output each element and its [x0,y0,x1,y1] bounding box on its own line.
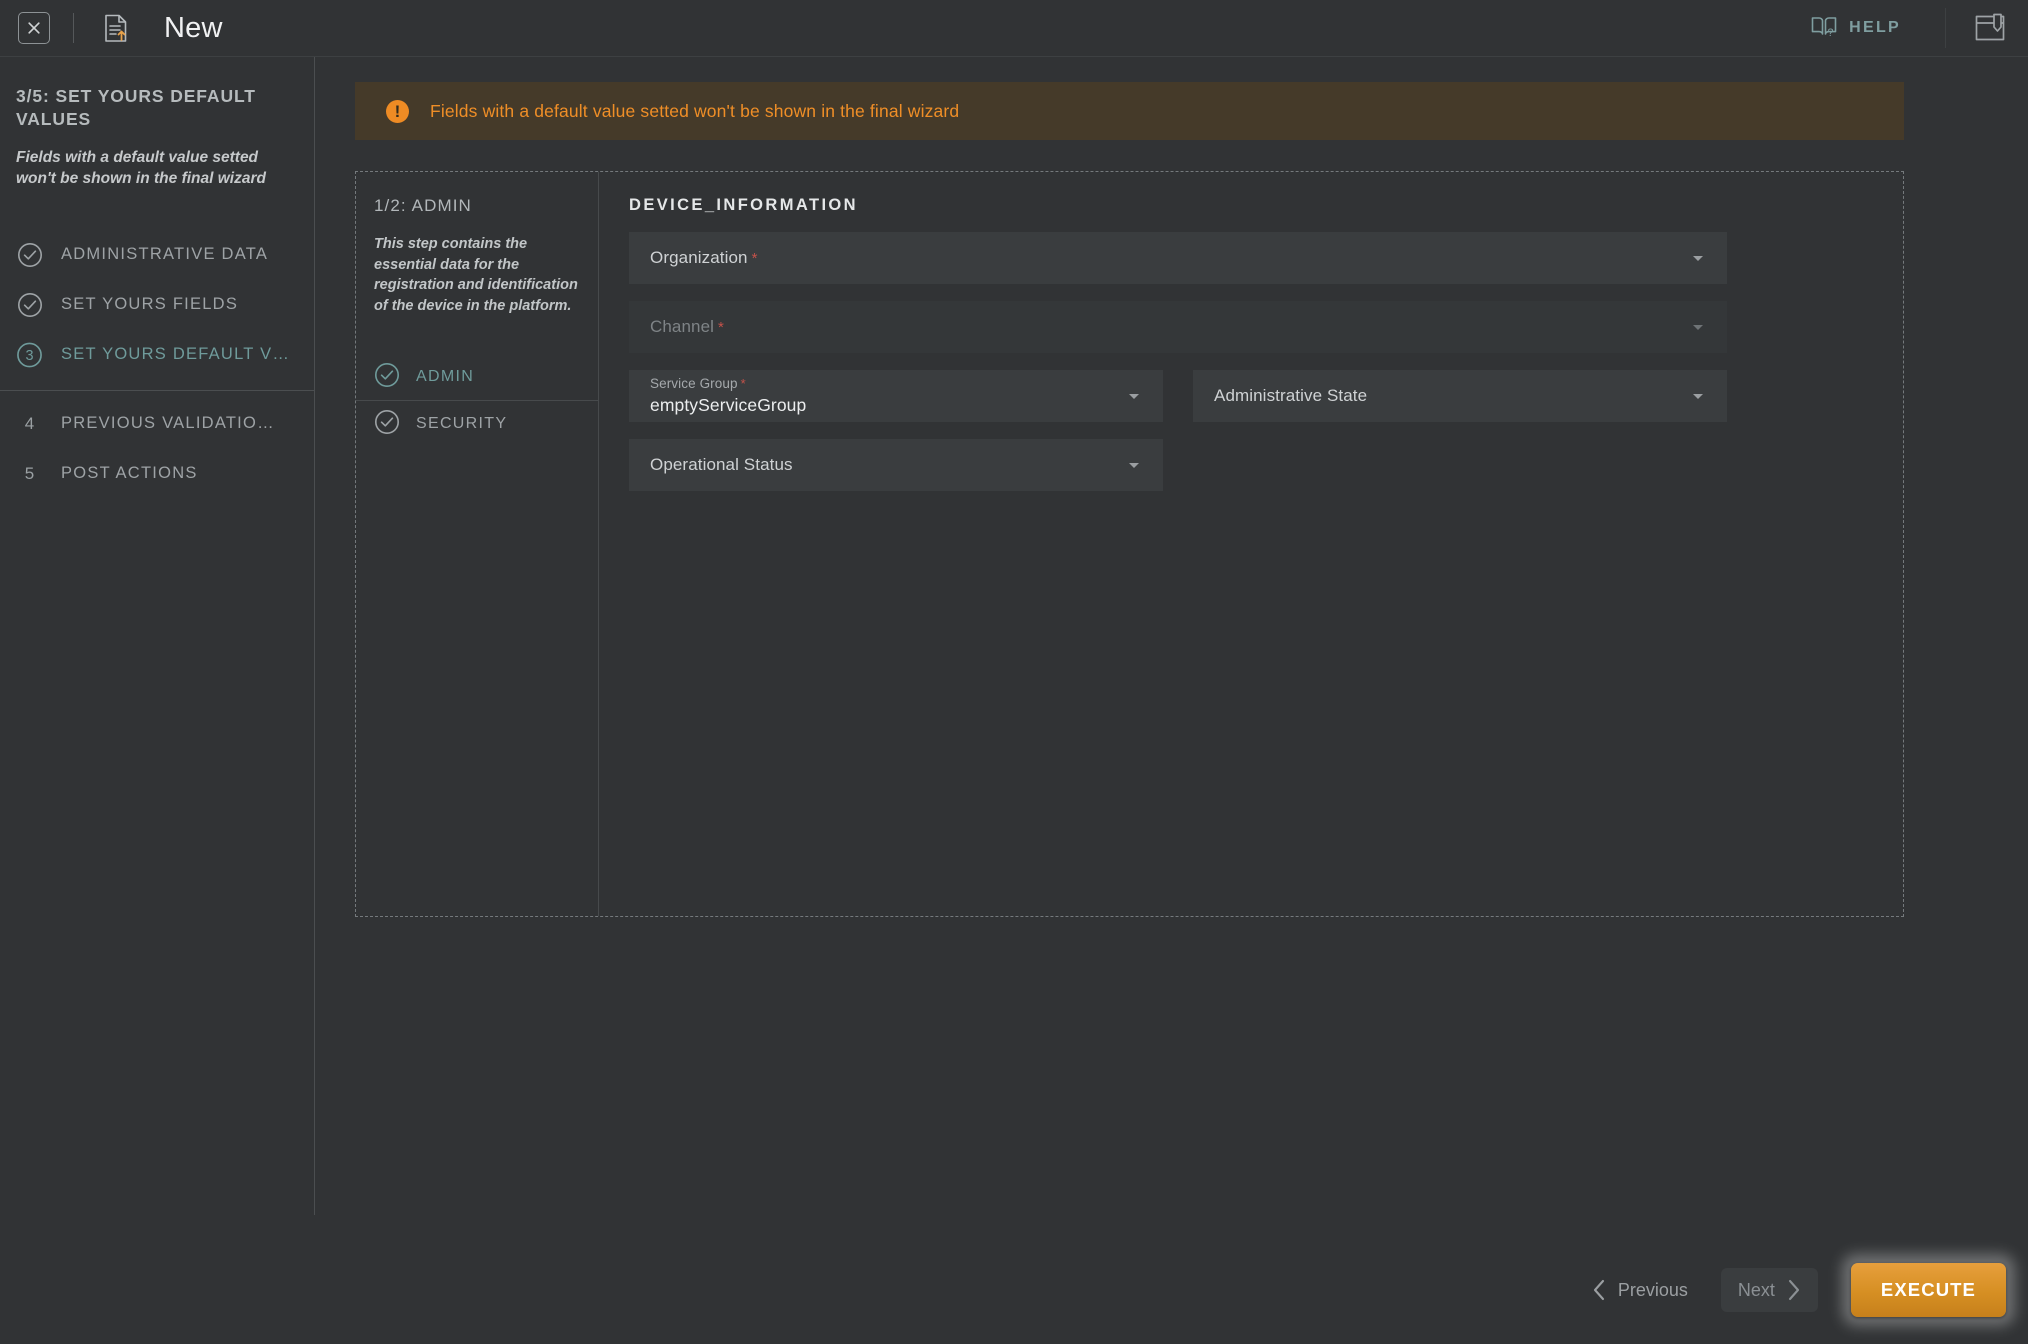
panel-substep-nav: 1/2: ADMIN This step contains the essent… [356,172,599,916]
svg-text:3: 3 [25,348,33,364]
save-import-glyph [1975,13,2005,41]
book-question-glyph: ? [1811,16,1837,39]
sidebar-item-label: PREVIOUS VALIDATIO… [61,414,275,433]
next-button[interactable]: Next [1720,1268,1818,1312]
top-toolbar: New ? HELP [0,0,2028,57]
check-circle-glyph [17,292,42,317]
sidebar-item-label: SET YOURS FIELDS [61,295,239,314]
sidebar-item-label: POST ACTIONS [61,464,198,483]
sidebar-item-previous-validations[interactable]: 4 PREVIOUS VALIDATIO… [0,399,314,449]
sidebar-step-description: Fields with a default value setted won't… [16,149,266,188]
substep-item-security[interactable]: SECURITY [356,401,598,447]
chevron-down-icon [1129,463,1139,468]
wizard-footer: Previous Next EXECUTE [1575,1262,2006,1318]
service-group-select[interactable]: Service Group * emptyServiceGroup [629,370,1163,422]
step-number-circle-icon: 3 [16,341,43,368]
step-number-circle-glyph: 3 [17,342,42,368]
chevron-left-icon [1593,1279,1604,1301]
svg-text:?: ? [1828,27,1834,37]
required-asterisk: * [740,375,746,391]
execute-button-wrapper: EXECUTE [1850,1263,2006,1317]
required-asterisk: * [718,319,724,336]
administrative-state-placeholder: Administrative State [1214,386,1368,405]
warning-banner: ! Fields with a default value setted won… [355,82,1904,140]
chevron-down-icon [1129,394,1139,399]
operational-status-placeholder: Operational Status [650,455,793,474]
form-row: Service Group * emptyServiceGroup Adminis… [629,370,1903,422]
sidebar-item-label: ADMINISTRATIVE DATA [61,245,269,264]
panel-form: DEVICE_INFORMATION Organization * Channel… [599,172,1903,916]
help-button[interactable]: ? HELP [1811,15,1901,42]
chevron-down-icon [1693,325,1703,330]
previous-button[interactable]: Previous [1575,1268,1705,1312]
operational-status-select[interactable]: Operational Status [629,439,1163,491]
book-question-icon: ? [1811,15,1837,42]
channel-placeholder: Channel * [650,317,724,336]
check-circle-icon [374,409,400,440]
check-circle-glyph [375,362,399,387]
form-row: Operational Status [629,439,1903,491]
page-title: New [164,11,223,44]
sidebar-step-title: 3/5: SET YOURS DEFAULT VALUES [16,86,256,130]
toolbar-divider [73,13,74,43]
next-label: Next [1737,1279,1775,1300]
required-asterisk: * [751,250,758,267]
sidebar-item-set-yours-default-values[interactable]: 3 SET YOURS DEFAULT V… [0,330,314,380]
warning-message: Fields with a default value setted won't… [430,100,960,121]
exclamation-circle-icon: ! [386,99,409,123]
organization-placeholder: Organization * [650,248,758,267]
channel-select[interactable]: Channel * [629,301,1727,353]
check-circle-icon [16,241,43,268]
service-group-label: Service Group * [650,375,746,391]
document-upload-icon[interactable] [100,12,132,44]
substep-item-label: ADMIN [416,368,475,386]
chevron-down-icon [1693,394,1703,399]
sidebar-item-set-yours-fields[interactable]: SET YOURS FIELDS [0,280,314,330]
wizard-step-panel: 1/2: ADMIN This step contains the essent… [355,171,1904,917]
substep-item-admin[interactable]: ADMIN [356,354,598,400]
help-label: HELP [1849,19,1901,36]
service-group-value: emptyServiceGroup [650,394,807,415]
close-x-glyph [28,22,40,34]
sidebar-item-administrative-data[interactable]: ADMINISTRATIVE DATA [0,230,314,280]
form-row: Organization * [629,232,1903,284]
sidebar-step-list: ADMINISTRATIVE DATA SET YOURS FIELDS 3 S… [0,230,314,499]
sidebar-item-number: 4 [24,413,35,433]
substep-list: ADMIN SECURITY [356,354,598,447]
substep-title: 1/2: ADMIN [374,196,472,215]
sidebar-divider [0,389,314,391]
form-section-title: DEVICE_INFORMATION [629,196,858,214]
previous-label: Previous [1617,1279,1688,1300]
check-circle-glyph [375,409,399,434]
form-row: Channel * [629,301,1903,353]
close-box-icon[interactable] [18,12,50,44]
organization-select[interactable]: Organization * [629,232,1727,284]
wizard-sidebar: 3/5: SET YOURS DEFAULT VALUES Fields wit… [0,57,315,1215]
chevron-down-icon [1693,256,1703,261]
sidebar-item-post-actions[interactable]: 5 POST ACTIONS [0,449,314,499]
check-circle-icon [374,362,400,393]
substep-item-label: SECURITY [416,415,508,433]
check-circle-glyph [17,242,42,267]
substep-description: This step contains the essential data fo… [374,236,578,314]
save-import-icon[interactable] [1972,10,2008,46]
sidebar-item-label: SET YOURS DEFAULT V… [61,345,291,364]
document-upload-glyph [105,14,127,42]
administrative-state-select[interactable]: Administrative State [1193,370,1727,422]
chevron-right-icon [1788,1279,1799,1301]
sidebar-item-number: 5 [24,463,35,483]
toolbar-right-divider [1945,8,1946,48]
main-content: ! Fields with a default value setted won… [316,57,2028,1344]
check-circle-icon [16,291,43,318]
execute-button[interactable]: EXECUTE [1850,1263,2006,1317]
